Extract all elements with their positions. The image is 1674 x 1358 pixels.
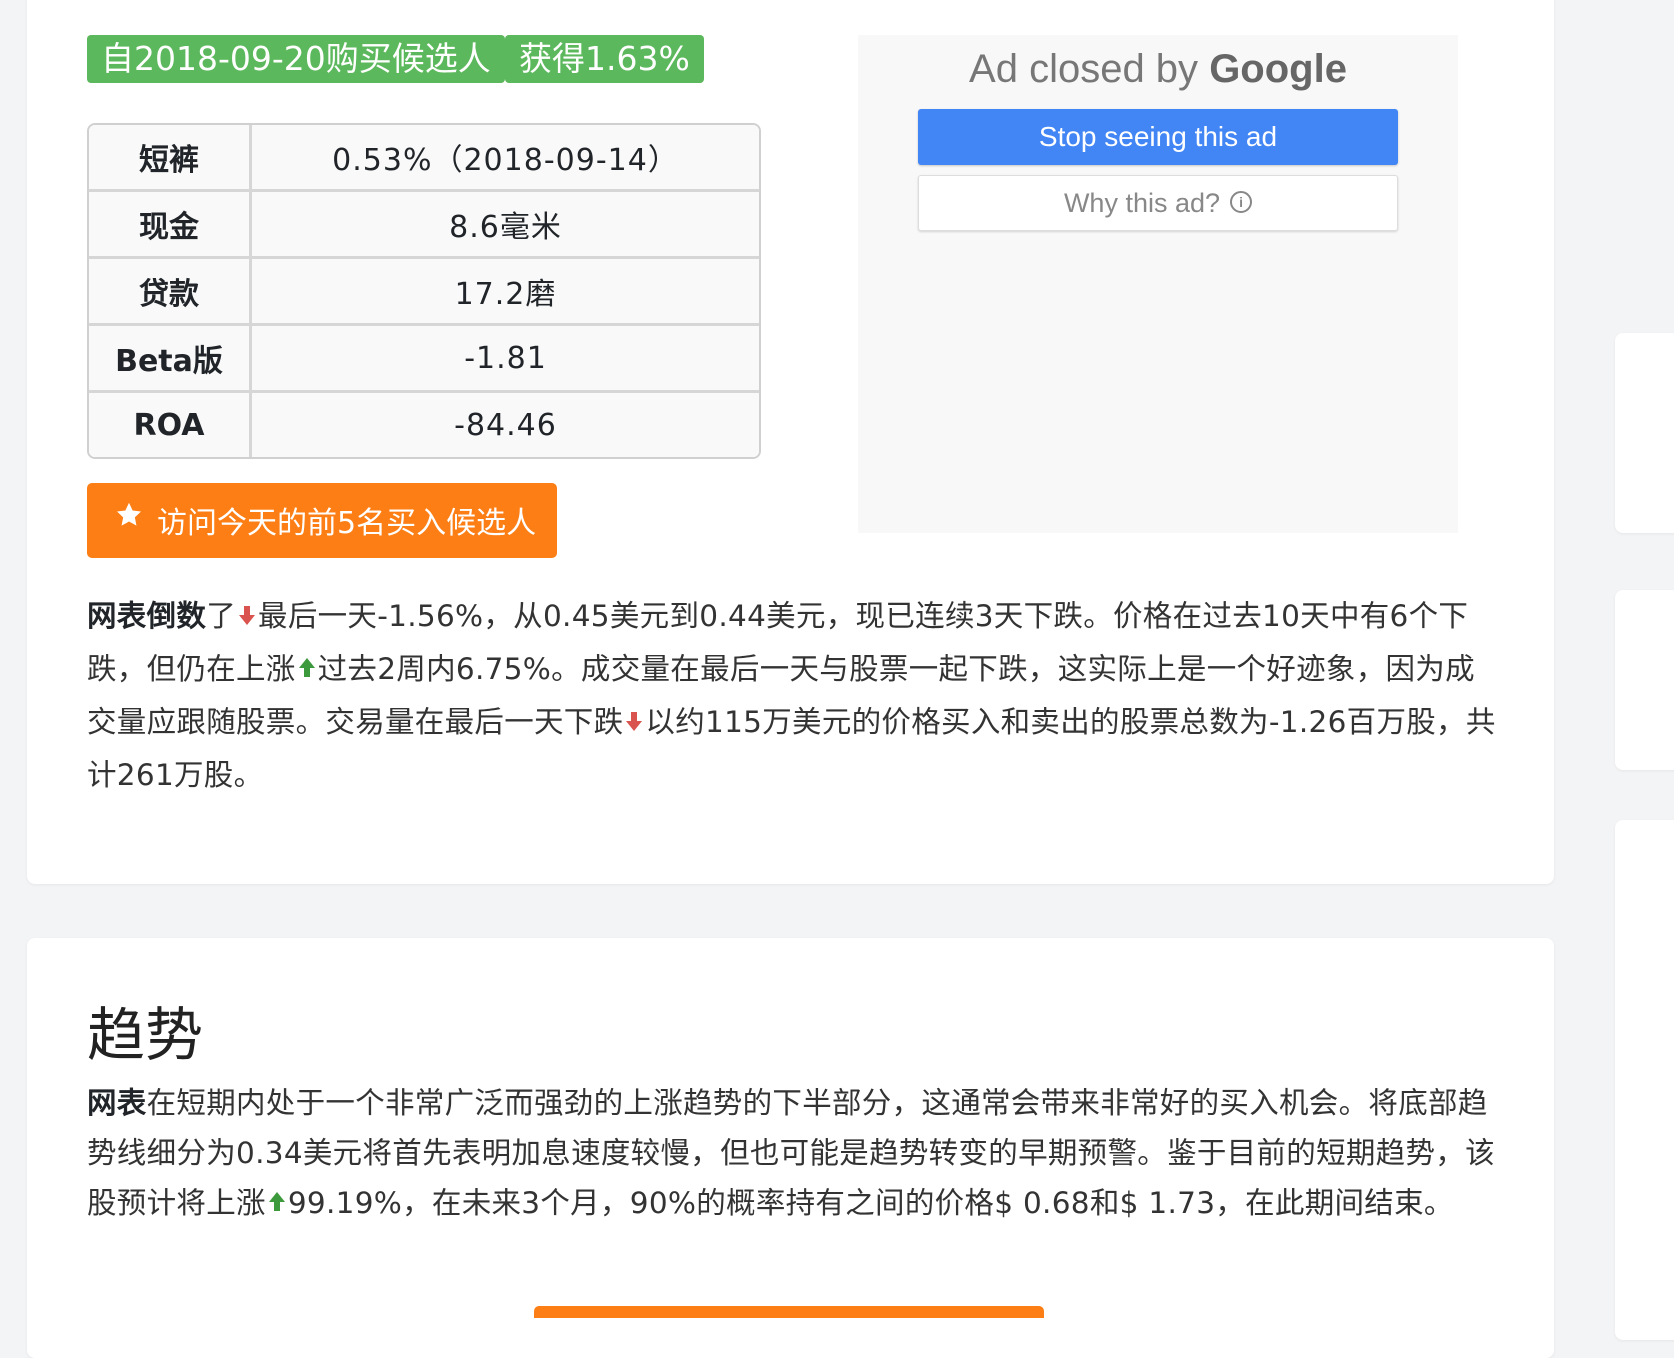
stat-value: 8.6毫米 [252, 192, 759, 259]
table-row: 现金 8.6毫米 [89, 192, 759, 259]
why-this-ad-button[interactable]: Why this ad? i [918, 175, 1398, 231]
buy-candidate-badge: 自2018-09-20购买候选人 [87, 35, 505, 83]
ad-closed-text: Ad closed by Google [858, 47, 1458, 92]
why-this-ad-label: Why this ad? [1063, 188, 1221, 218]
table-row: 短裤 0.53%（2018-09-14） [89, 125, 759, 192]
stat-value: -1.81 [252, 326, 759, 393]
arrow-down-icon [239, 605, 256, 625]
table-row: 贷款 17.2磨 [89, 259, 759, 326]
trend-text: 99.19%，在未来3个月，90%的概率持有之间的价格$ 0.68和$ 1.73… [287, 1186, 1454, 1220]
arrow-down-icon [626, 711, 643, 731]
trend-action-button[interactable] [534, 1306, 1044, 1318]
star-icon [116, 502, 142, 526]
ad-closed-prefix: Ad closed by [969, 47, 1199, 91]
top5-button-label: 访问今天的前5名买入候选人 [157, 506, 537, 541]
stat-value: 0.53%（2018-09-14） [252, 125, 759, 192]
table-row: Beta版 -1.81 [89, 326, 759, 393]
stock-summary-paragraph: 网表倒数了 最后一天-1.56%，从0.45美元到0.44美元，现已连续3天下跌。… [87, 590, 1497, 802]
stat-key: ROA [89, 393, 252, 457]
gain-badge: 获得1.63% [505, 35, 704, 83]
stat-value: 17.2磨 [252, 259, 759, 326]
stop-seeing-ad-button[interactable]: Stop seeing this ad [918, 109, 1398, 165]
stock-name: 网表倒数 [87, 599, 207, 633]
trend-paragraph: 网表在短期内处于一个非常广泛而强劲的上涨趋势的下半部分，这通常会带来非常好的买入… [87, 1078, 1497, 1228]
top5-buy-candidates-button[interactable]: 访问今天的前5名买入候选人 [87, 483, 557, 558]
sidebar-card [1615, 820, 1674, 1340]
stat-value: -84.46 [252, 393, 759, 457]
info-icon: i [1230, 190, 1253, 213]
sidebar-card [1615, 333, 1674, 533]
stat-key: Beta版 [89, 326, 252, 393]
sidebar-card [1615, 590, 1674, 770]
stat-key: 短裤 [89, 125, 252, 192]
google-logo: Google [1209, 47, 1347, 91]
trend-heading: 趋势 [87, 1001, 204, 1069]
ad-container: Ad closed by Google Stop seeing this ad … [858, 35, 1458, 533]
arrow-up-icon [268, 1191, 285, 1211]
arrow-up-icon [298, 657, 315, 677]
table-row: ROA -84.46 [89, 393, 759, 457]
stats-table: 短裤 0.53%（2018-09-14） 现金 8.6毫米 贷款 17.2磨 B… [87, 123, 761, 459]
stat-key: 贷款 [89, 259, 252, 326]
stock-name: 网表 [87, 1086, 147, 1120]
summary-text: 了 [206, 599, 237, 633]
stat-key: 现金 [89, 192, 252, 259]
